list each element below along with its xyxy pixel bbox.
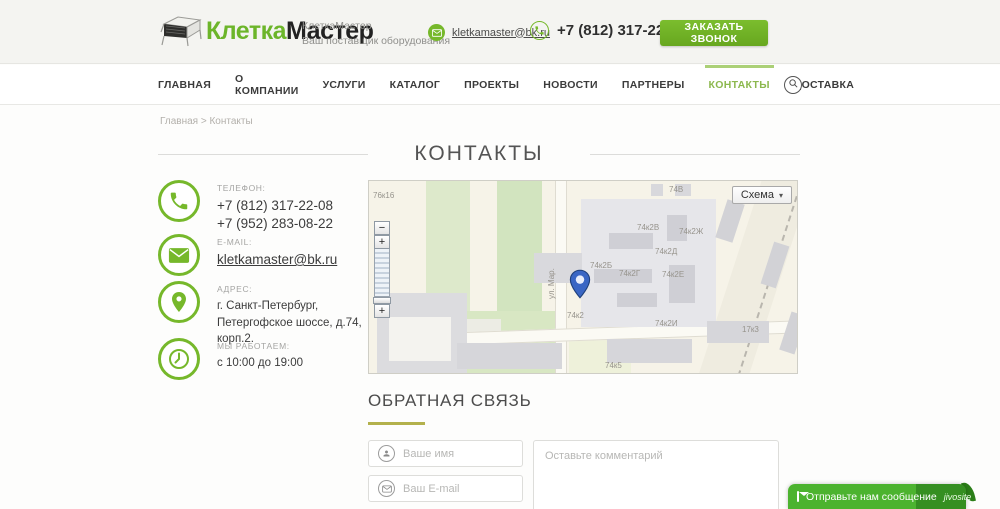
map-label: 76к16 (373, 191, 394, 200)
hours-value: с 10:00 до 19:00 (217, 355, 303, 372)
map-label: 74к5 (605, 361, 622, 370)
email-input[interactable] (403, 483, 513, 495)
map-widget[interactable]: 76к16 74В 74к2В 74к2Ж 74к2Д 74к2Б 74к2Г 74к2Е 74… (368, 180, 798, 374)
map-courtyard (389, 317, 451, 361)
cage-logo-icon (156, 11, 202, 52)
chat-widget[interactable]: Отправьте нам сообщение jivosite (788, 484, 966, 509)
phone-circle-icon (158, 180, 200, 222)
address-label: АДРЕС: (217, 284, 368, 294)
phone-icon (530, 21, 549, 40)
zoom-slider-track[interactable] (374, 249, 390, 297)
phone-label: ТЕЛЕФОН: (217, 183, 333, 193)
contact-hours-text: МЫ РАБОТАЕМ: с 10:00 до 19:00 (217, 338, 303, 380)
nav-item-4[interactable]: ПРОЕКТЫ (464, 65, 519, 105)
feedback-title: ОБРАТНАЯ СВЯЗЬ (368, 391, 532, 411)
title-rule-left (158, 154, 368, 155)
search-button[interactable] (784, 76, 802, 94)
title-rule-right (590, 154, 800, 155)
map-building (707, 321, 769, 343)
phone-number-1: +7 (812) 317-22-08 (217, 197, 333, 215)
map-label: 74к2В (637, 223, 659, 232)
map-layer-button[interactable]: Схема ▾ (732, 186, 792, 204)
map-building (607, 339, 692, 363)
zoom-out-button[interactable]: − (374, 221, 390, 235)
envelope-icon (378, 480, 395, 497)
map-building (617, 293, 657, 307)
map-building (715, 199, 744, 243)
map-label: 74к2Ж (679, 227, 703, 236)
contacts-page: КлеткаМастер КлеткаМастер Ваш поставщик … (0, 0, 1000, 509)
search-icon (788, 76, 799, 94)
zoom-in-button-bottom[interactable]: + (374, 304, 390, 318)
main-nav: ГЛАВНАЯ О КОМПАНИИ УСЛУГИ КАТАЛОГ ПРОЕКТЫ НОВ… (0, 65, 1000, 105)
contact-item-phone: ТЕЛЕФОН: +7 (812) 317-22-08 +7 (952) 283… (158, 180, 368, 232)
map-layer-label: Схема (741, 189, 774, 201)
page-title: КОНТАКТЫ (414, 142, 543, 166)
map-label: 17к3 (742, 325, 759, 334)
map-label: 74к2Д (655, 247, 677, 256)
map-label: 74В (669, 185, 683, 194)
nav-item-7[interactable]: КОНТАКТЫ (709, 65, 770, 105)
nav-item-6[interactable]: ПАРТНЕРЫ (622, 65, 685, 105)
name-input[interactable] (403, 448, 513, 460)
nav-item-8[interactable]: ДОСТАВКА (794, 65, 854, 105)
comment-textarea[interactable] (533, 440, 779, 509)
logo-text-green: Клетка (206, 17, 286, 45)
email-label: E-MAIL: (217, 237, 337, 247)
email-circle-icon (158, 234, 200, 276)
map-label: 74к2 (567, 311, 584, 320)
contact-email-link[interactable]: kletkamaster@bk.ru (217, 252, 337, 267)
section-header: КОНТАКТЫ (158, 142, 800, 166)
map-location-pin[interactable] (569, 269, 591, 299)
map-label: 74к2Е (662, 270, 684, 279)
breadcrumb: Главная > Контакты (160, 116, 253, 127)
nav-item-3[interactable]: КАТАЛОГ (390, 65, 441, 105)
nav-item-0[interactable]: ГЛАВНАЯ (158, 65, 211, 105)
contact-item-email: E-MAIL: kletkamaster@bk.ru (158, 234, 368, 276)
map-building (651, 184, 663, 196)
zoom-in-button-top[interactable]: + (374, 235, 390, 249)
site-header: КлеткаМастер КлеткаМастер Ваш поставщик … (0, 0, 1000, 64)
nav-list: ГЛАВНАЯ О КОМПАНИИ УСЛУГИ КАТАЛОГ ПРОЕКТЫ НОВ… (158, 65, 802, 105)
map-building (609, 233, 653, 249)
nav-item-5[interactable]: НОВОСТИ (543, 65, 598, 105)
map-zoom-control: − + + (374, 221, 390, 318)
feedback-email-field (368, 475, 523, 502)
order-call-button[interactable]: ЗАКАЗАТЬ ЗВОНОК (660, 20, 768, 46)
contact-item-hours: МЫ РАБОТАЕМ: с 10:00 до 19:00 (158, 338, 368, 380)
chat-message: Отправьте нам сообщение (806, 491, 937, 503)
breadcrumb-current: Контакты (209, 116, 252, 127)
chat-envelope-icon (797, 491, 799, 502)
address-line1: г. Санкт-Петербург, (217, 298, 368, 315)
map-label: 74к2Б (590, 261, 612, 270)
contact-email-text: E-MAIL: kletkamaster@bk.ru (217, 234, 337, 276)
address-pin-icon (158, 281, 200, 323)
contact-phone-text: ТЕЛЕФОН: +7 (812) 317-22-08 +7 (952) 283… (217, 180, 333, 232)
person-icon (378, 445, 395, 462)
map-label: 74к2И (655, 319, 678, 328)
map-building (457, 343, 562, 369)
hours-label: МЫ РАБОТАЕМ: (217, 341, 303, 351)
feedback-title-rule (368, 422, 425, 425)
email-icon (428, 24, 445, 41)
zoom-slider-handle[interactable] (373, 297, 391, 304)
breadcrumb-separator: > (201, 116, 207, 127)
nav-item-1[interactable]: О КОМПАНИИ (235, 65, 299, 105)
chevron-down-icon: ▾ (779, 191, 783, 200)
breadcrumb-home-link[interactable]: Главная (160, 116, 198, 127)
feedback-name-field (368, 440, 523, 467)
phone-number-2: +7 (952) 283-08-22 (217, 215, 333, 233)
map-street-label: ул. Мар. (547, 268, 556, 299)
clock-icon (158, 338, 200, 380)
map-label: 74к2Г (619, 269, 640, 278)
chat-brand: jivosite (944, 492, 972, 502)
nav-item-2[interactable]: УСЛУГИ (323, 65, 366, 105)
